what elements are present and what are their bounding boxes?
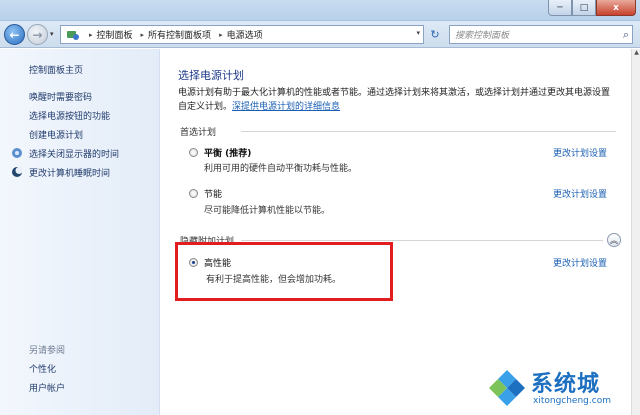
breadcrumb-power-options[interactable]: 电源选项 [227, 28, 263, 41]
maximize-button[interactable]: □ [572, 0, 596, 16]
main-content: 选择电源计划 电源计划有助于最大化计算机的性能或者节能。通过选择计划来将其激活，… [161, 49, 631, 415]
search-icon[interactable]: ⌕ [623, 28, 629, 42]
description-line-1: 电源计划有助于最大化计算机的性能或者节能。通过选择计划来将其激活，或选择计划并通… [178, 88, 611, 98]
window-titlebar: ─ □ x [0, 0, 640, 21]
see-also-heading: 另请参阅 [29, 346, 66, 356]
sidebar-item-sleep-time[interactable]: 更改计算机睡眠时间 [29, 166, 110, 179]
control-panel-icon [65, 28, 81, 41]
page-description: 电源计划有助于最大化计算机的性能或者节能。通过选择计划来将其激活，或选择计划并通… [178, 86, 628, 114]
chevron-right-icon: ▸ [140, 30, 145, 39]
plan-radio-power-saver[interactable] [189, 189, 198, 198]
moon-icon [11, 166, 23, 178]
watermark-logo-icon [489, 370, 525, 406]
minimize-button[interactable]: ─ [548, 0, 572, 16]
sidebar-home-link[interactable]: 控制面板主页 [29, 63, 83, 76]
back-button[interactable]: ← [4, 24, 25, 45]
change-plan-settings-link[interactable]: 更改计划设置 [553, 146, 607, 159]
close-button[interactable]: x [596, 0, 636, 16]
window-controls: ─ □ x [548, 0, 636, 16]
plan-name-power-saver[interactable]: 节能 [204, 187, 222, 200]
plan-desc-balanced: 利用可用的硬件自动平衡功耗与性能。 [204, 164, 358, 174]
scroll-up-icon[interactable]: ▲ [632, 49, 640, 59]
recent-pages-dropdown[interactable]: ▾ [50, 30, 54, 38]
plan-radio-balanced[interactable] [189, 148, 198, 157]
preferred-plans-label: 首选计划 [180, 128, 217, 138]
group-divider [241, 131, 616, 132]
highlight-box [175, 242, 393, 301]
vertical-scrollbar[interactable]: ▲ [631, 49, 640, 415]
watermark-text: 系统城 [531, 372, 601, 397]
watermark: 系统城 xitongcheng.com [487, 366, 637, 413]
power-plan-info-link[interactable]: 深提供电源计划的详细信息 [232, 102, 340, 112]
search-input[interactable]: 搜索控制面板 [455, 28, 509, 41]
sidebar: 控制面板主页 唤醒时需要密码 选择电源按钮的功能 创建电源计划 选择关闭显示器的… [0, 49, 160, 415]
address-bar[interactable]: ▸ 控制面板 ▸ 所有控制面板项 ▸ 电源选项 ▾ [60, 25, 424, 44]
sidebar-item-power-buttons[interactable]: 选择电源按钮的功能 [29, 109, 110, 122]
breadcrumb-control-panel[interactable]: 控制面板 [97, 28, 133, 41]
chevron-right-icon: ▸ [219, 30, 223, 39]
group-divider [241, 240, 603, 241]
navigation-bar: ← → ▾ ▸ 控制面板 ▸ 所有控制面板项 ▸ 电源选项 ▾ ↻ 搜索控制面板 ⌕ [0, 21, 640, 48]
description-line-2: 自定义计划。深提供电源计划的详细信息 [178, 100, 628, 114]
page-title: 选择电源计划 [178, 69, 244, 82]
display-icon [11, 147, 23, 159]
change-plan-settings-link[interactable]: 更改计划设置 [553, 256, 607, 269]
search-box[interactable]: 搜索控制面板 ⌕ [449, 25, 633, 44]
sidebar-item-wake-password[interactable]: 唤醒时需要密码 [29, 90, 92, 103]
collapse-icon[interactable]: ︽ [607, 233, 621, 247]
description-prefix: 自定义计划。 [178, 102, 233, 112]
refresh-button[interactable]: ↻ [427, 26, 443, 43]
forward-button[interactable]: → [27, 24, 48, 45]
watermark-url: xitongcheng.com [533, 396, 611, 406]
change-plan-settings-link[interactable]: 更改计划设置 [553, 187, 607, 200]
see-also-personalization[interactable]: 个性化 [29, 362, 56, 375]
plan-name-balanced[interactable]: 平衡 (推荐) [204, 146, 251, 159]
see-also-user-accounts[interactable]: 用户帐户 [29, 381, 65, 394]
sidebar-item-create-plan[interactable]: 创建电源计划 [29, 128, 83, 141]
plan-desc-power-saver: 尽可能降低计算机性能以节能。 [204, 206, 331, 216]
address-dropdown-icon[interactable]: ▾ [416, 29, 420, 37]
sidebar-item-display-off[interactable]: 选择关闭显示器的时间 [29, 147, 119, 160]
breadcrumb-all-items[interactable]: 所有控制面板项 [148, 28, 211, 41]
chevron-right-icon: ▸ [89, 30, 93, 39]
